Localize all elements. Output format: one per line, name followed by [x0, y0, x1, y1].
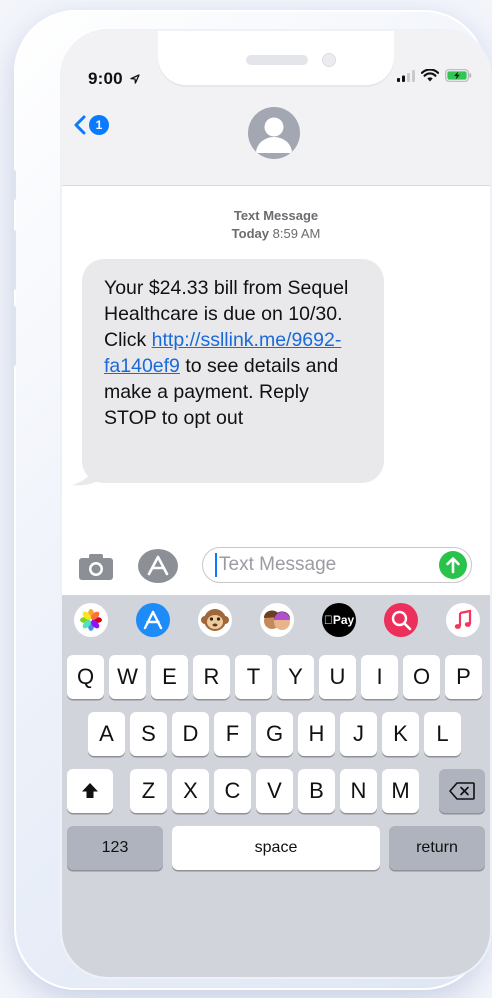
memoji-icon[interactable]	[260, 603, 294, 637]
shift-arrow-icon	[82, 783, 98, 798]
key-p[interactable]: P	[445, 655, 482, 699]
camera-button[interactable]	[78, 553, 114, 581]
text-cursor	[215, 553, 217, 577]
key-c[interactable]: C	[214, 769, 251, 813]
shift-key[interactable]	[67, 769, 113, 813]
key-n[interactable]: N	[340, 769, 377, 813]
app-store-icon[interactable]	[136, 603, 170, 637]
key-z[interactable]: Z	[130, 769, 167, 813]
key-j[interactable]: J	[340, 712, 377, 756]
person-silhouette-icon	[256, 117, 292, 153]
key-o[interactable]: O	[403, 655, 440, 699]
return-key[interactable]: return	[389, 826, 485, 870]
unread-count-badge: 1	[89, 115, 109, 135]
screen: 9:00 1 Text Message Today 8:59 AM Your $…	[62, 31, 490, 977]
wifi-icon	[421, 69, 439, 82]
app-store-a-icon	[147, 555, 169, 576]
key-s[interactable]: S	[130, 712, 167, 756]
message-composer: Text Message	[62, 541, 490, 589]
key-m[interactable]: M	[382, 769, 419, 813]
app-drawer: Pay	[62, 595, 490, 645]
message-timestamp: Text Message Today 8:59 AM	[62, 207, 490, 243]
chevron-left-icon	[74, 115, 86, 135]
device-notch	[158, 31, 394, 85]
key-x[interactable]: X	[172, 769, 209, 813]
key-b[interactable]: B	[298, 769, 335, 813]
delete-key[interactable]	[439, 769, 485, 813]
volume-up-button	[11, 230, 16, 290]
key-i[interactable]: I	[361, 655, 398, 699]
key-e[interactable]: E	[151, 655, 188, 699]
status-time: 9:00	[88, 69, 140, 89]
keyboard: Pay Q W	[62, 595, 490, 977]
key-h[interactable]: H	[298, 712, 335, 756]
back-button[interactable]: 1	[74, 115, 109, 135]
earpiece-speaker	[246, 55, 308, 65]
key-a[interactable]: A	[88, 712, 125, 756]
status-icons	[397, 69, 472, 82]
key-d[interactable]: D	[172, 712, 209, 756]
camera-icon	[79, 554, 113, 580]
search-images-icon[interactable]	[384, 603, 418, 637]
monkey-memoji-icon[interactable]	[198, 603, 232, 637]
message-input-placeholder: Text Message	[219, 554, 337, 575]
key-u[interactable]: U	[319, 655, 356, 699]
apple-pay-icon[interactable]: Pay	[322, 603, 356, 637]
arrow-up-icon	[446, 557, 460, 574]
volume-down-button	[11, 306, 16, 366]
send-button[interactable]	[439, 551, 467, 579]
key-v[interactable]: V	[256, 769, 293, 813]
location-arrow-icon	[130, 74, 140, 84]
front-camera	[322, 53, 336, 67]
music-icon[interactable]	[446, 603, 480, 637]
key-l[interactable]: L	[424, 712, 461, 756]
incoming-message-bubble[interactable]: Your $24.33 bill from Sequel Healthcare …	[82, 259, 384, 483]
key-t[interactable]: T	[235, 655, 272, 699]
key-r[interactable]: R	[193, 655, 230, 699]
thread-type-label: Text Message	[233, 208, 319, 223]
space-key[interactable]: space	[172, 826, 380, 870]
key-w[interactable]: W	[109, 655, 146, 699]
key-q[interactable]: Q	[67, 655, 104, 699]
app-store-button[interactable]	[138, 549, 178, 583]
backspace-icon	[449, 782, 475, 800]
message-input[interactable]: Text Message	[202, 547, 472, 583]
battery-charging-icon	[445, 69, 472, 82]
key-y[interactable]: Y	[277, 655, 314, 699]
key-f[interactable]: F	[214, 712, 251, 756]
mute-switch	[11, 170, 16, 200]
thread-day: Today	[231, 226, 269, 241]
contact-avatar[interactable]	[248, 107, 300, 159]
photos-icon[interactable]	[74, 603, 108, 637]
numbers-key[interactable]: 123	[67, 826, 163, 870]
key-g[interactable]: G	[256, 712, 293, 756]
cellular-signal-icon	[397, 69, 415, 82]
key-k[interactable]: K	[382, 712, 419, 756]
phone-frame: 9:00 1 Text Message Today 8:59 AM Your $…	[11, 10, 490, 990]
thread-time: 8:59 AM	[272, 226, 321, 241]
